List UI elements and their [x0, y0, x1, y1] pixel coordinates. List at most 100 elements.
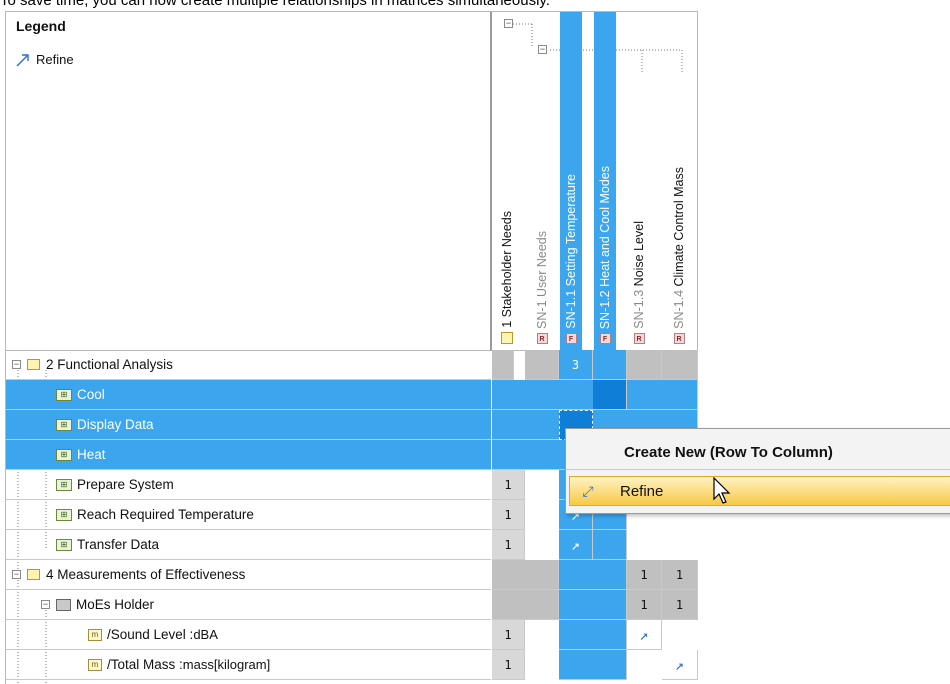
legend-item-label: Refine [36, 52, 74, 67]
matrix-cell[interactable] [559, 560, 627, 590]
refine-arrow-icon: ↗ [639, 625, 649, 644]
row-label: Prepare System [77, 477, 174, 492]
refine-arrow-icon [16, 53, 29, 66]
row-label: 4 Measurements of Effectiveness [46, 567, 246, 582]
activity-icon: ⊞ [56, 478, 72, 491]
row-label: Cool [77, 387, 105, 402]
matrix-cell[interactable] [492, 350, 514, 380]
row-header-area: − 2 Functional Analysis ⊞ Cool ⊞ Display… [5, 350, 491, 684]
column-header-area: − − 1 Stakeholder Needs R SN-1 User Need… [490, 11, 698, 351]
refine-arrow-icon: ⤢ [582, 482, 594, 499]
moe-property-icon: m [88, 658, 102, 671]
column-noise-level[interactable]: R SN-1.3 Noise Level [628, 12, 650, 350]
column-label: 1 Stakeholder Needs [500, 211, 514, 328]
collapse-icon[interactable]: − [12, 570, 21, 579]
mouse-cursor-icon [713, 477, 731, 504]
activity-icon: ⊞ [56, 508, 72, 521]
matrix-cell-value[interactable]: 1 [627, 590, 662, 620]
matrix-grid: 3 1 1 ↗ 1 ↗ 1 1 1 1 1 ↗ 1 ↗ [492, 350, 698, 684]
column-climate-control-mass[interactable]: R SN-1.4 Climate Control Mass [668, 12, 690, 350]
context-menu: Create New (Row To Column) ⤢ Refine [565, 428, 950, 514]
matrix-cell-value[interactable]: 1 [492, 470, 525, 500]
refine-arrow-icon: ↗ [570, 535, 581, 554]
functional-requirement-icon: F [565, 333, 577, 344]
tree-row-functional-analysis[interactable]: − 2 Functional Analysis [6, 350, 491, 380]
caption-text: To save time, you can now create multipl… [0, 0, 550, 9]
column-heat-and-cool-modes[interactable]: F SN-1.2 Heat and Cool Modes [594, 12, 616, 350]
matrix-cell[interactable] [559, 650, 627, 680]
tree-row-sound-level[interactable]: m /Sound Level : dBA [6, 620, 491, 650]
matrix-cell[interactable] [593, 350, 627, 380]
requirement-icon: R [673, 333, 685, 344]
matrix-cell-value[interactable]: 1 [662, 560, 698, 590]
matrix-cell[interactable] [492, 590, 559, 620]
column-setting-temperature[interactable]: F SN-1.1 Setting Temperature [560, 12, 582, 350]
activity-icon: ⊞ [56, 388, 72, 401]
column-label: SN-1 User Needs [535, 231, 549, 329]
activity-icon: ⊞ [56, 448, 72, 461]
matrix-cell[interactable] [662, 350, 698, 380]
functional-requirement-icon: F [599, 333, 611, 344]
row-label: MoEs Holder [76, 597, 155, 612]
collapse-icon[interactable]: − [12, 360, 21, 369]
legend-title: Legend [16, 18, 66, 34]
tree-row-measurements-of-effectiveness[interactable]: − 4 Measurements of Effectiveness [6, 560, 491, 590]
activity-icon: ⊞ [56, 538, 72, 551]
column-user-needs[interactable]: R SN-1 User Needs [531, 12, 553, 350]
tree-row-heat[interactable]: ⊞ Heat [6, 440, 491, 470]
matrix-cell-value[interactable]: 1 [492, 650, 525, 680]
context-menu-title: Create New (Row To Column) [624, 444, 833, 461]
row-label: /Total Mass : [107, 657, 183, 672]
matrix-cell-refine[interactable]: ↗ [662, 650, 698, 680]
moe-property-icon: m [88, 628, 102, 641]
legend-item-refine: Refine [16, 52, 74, 67]
requirement-icon: R [536, 333, 548, 344]
row-label: Reach Required Temperature [77, 507, 254, 522]
matrix-cell-value[interactable]: 1 [492, 530, 525, 560]
matrix-cell[interactable] [559, 620, 627, 650]
matrix-cell[interactable] [593, 530, 627, 560]
tree-row-total-mass[interactable]: m /Total Mass : mass[kilogram] [6, 650, 491, 680]
menu-item-refine[interactable]: ⤢ Refine [569, 476, 950, 506]
matrix-cell-refine[interactable]: ↗ [627, 620, 662, 650]
menu-divider [566, 469, 950, 470]
collapse-icon[interactable]: − [41, 600, 50, 609]
column-label: SN-1.3 Noise Level [632, 221, 646, 329]
package-icon [501, 332, 513, 344]
matrix-cell-value[interactable]: 1 [492, 620, 525, 650]
matrix-cell[interactable] [525, 350, 559, 380]
matrix-cell[interactable] [627, 350, 662, 380]
matrix-cell[interactable] [559, 590, 627, 620]
refine-arrow-icon: ↗ [674, 655, 685, 674]
requirement-icon: R [633, 333, 645, 344]
matrix-cell-value[interactable]: 1 [662, 590, 698, 620]
row-label: Transfer Data [77, 537, 160, 552]
column-label: SN-1.2 Heat and Cool Modes [598, 165, 612, 329]
matrix-cell[interactable] [492, 560, 559, 590]
activity-icon: ⊞ [56, 418, 72, 431]
matrix-cell-refine[interactable]: ↗ [559, 530, 593, 560]
row-label: /Sound Level : [107, 627, 194, 642]
matrix-cell-value[interactable]: 1 [492, 500, 525, 530]
row-type: mass[kilogram] [182, 657, 271, 672]
tree-row-reach-required-temperature[interactable]: ⊞ Reach Required Temperature [6, 500, 491, 530]
package-icon [27, 359, 40, 370]
tree-row-display-data[interactable]: ⊞ Display Data [6, 410, 491, 440]
matrix-cell-value[interactable]: 1 [627, 560, 662, 590]
tree-row-cool[interactable]: ⊞ Cool [6, 380, 491, 410]
row-label: Heat [77, 447, 106, 462]
legend-panel: Legend Refine [5, 11, 492, 351]
tree-row-moes-holder[interactable]: − MoEs Holder [6, 590, 491, 620]
column-label: SN-1.4 Climate Control Mass [672, 167, 686, 329]
column-stakeholder-needs[interactable]: 1 Stakeholder Needs [496, 12, 518, 350]
tree-row-transfer-data[interactable]: ⊞ Transfer Data [6, 530, 491, 560]
column-label: SN-1.1 Setting Temperature [564, 174, 578, 329]
menu-item-label: Refine [620, 482, 664, 500]
row-type: dBA [193, 627, 218, 642]
row-label: Display Data [77, 417, 154, 432]
matrix-cell-count[interactable]: 3 [559, 350, 593, 380]
package-icon [27, 569, 40, 580]
tree-row-prepare-system[interactable]: ⊞ Prepare System [6, 470, 491, 500]
row-label: 2 Functional Analysis [46, 357, 173, 372]
matrix-cell-active[interactable] [593, 380, 627, 410]
